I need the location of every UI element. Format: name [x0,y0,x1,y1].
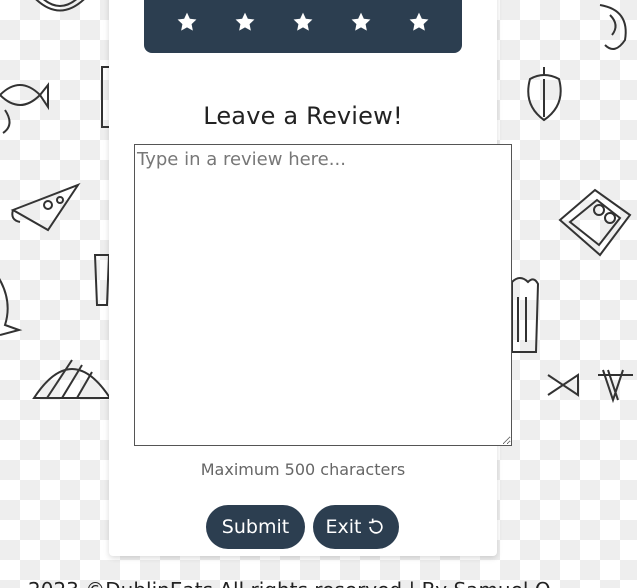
rotate-left-icon [369,518,384,534]
review-title: Leave a Review! [203,102,403,130]
review-textarea[interactable] [134,144,512,446]
pepper-doodle-icon [527,67,562,122]
star-icon[interactable] [234,11,256,33]
bird-doodle-icon [0,278,23,336]
pizza-doodle-icon [10,182,81,232]
max-characters-note: Maximum 500 characters [200,460,406,479]
star-rating-bar [144,0,462,53]
submit-button-label: Submit [221,516,290,538]
exit-button-label: Exit [325,516,362,538]
star-icon[interactable] [408,11,430,33]
fish-doodle-icon [0,82,49,134]
review-card: Leave a Review! Maximum 500 characters S… [109,0,512,556]
exit-button[interactable]: Exit [313,505,399,549]
footer-copyright: 2023 ©DublinEats All rights reserved | B… [28,578,551,588]
sushi-box-doodle-icon [558,188,632,257]
pasta-doodle-icon [547,369,633,403]
melon-slice-doodle-icon [32,359,112,399]
beer-mug-doodle-icon [511,277,540,353]
shrimp-doodle-icon [599,4,627,50]
star-icon[interactable] [292,11,314,33]
watermelon-doodle-icon [35,0,85,12]
submit-button[interactable]: Submit [206,505,305,549]
star-icon[interactable] [350,11,372,33]
star-icon[interactable] [176,11,198,33]
